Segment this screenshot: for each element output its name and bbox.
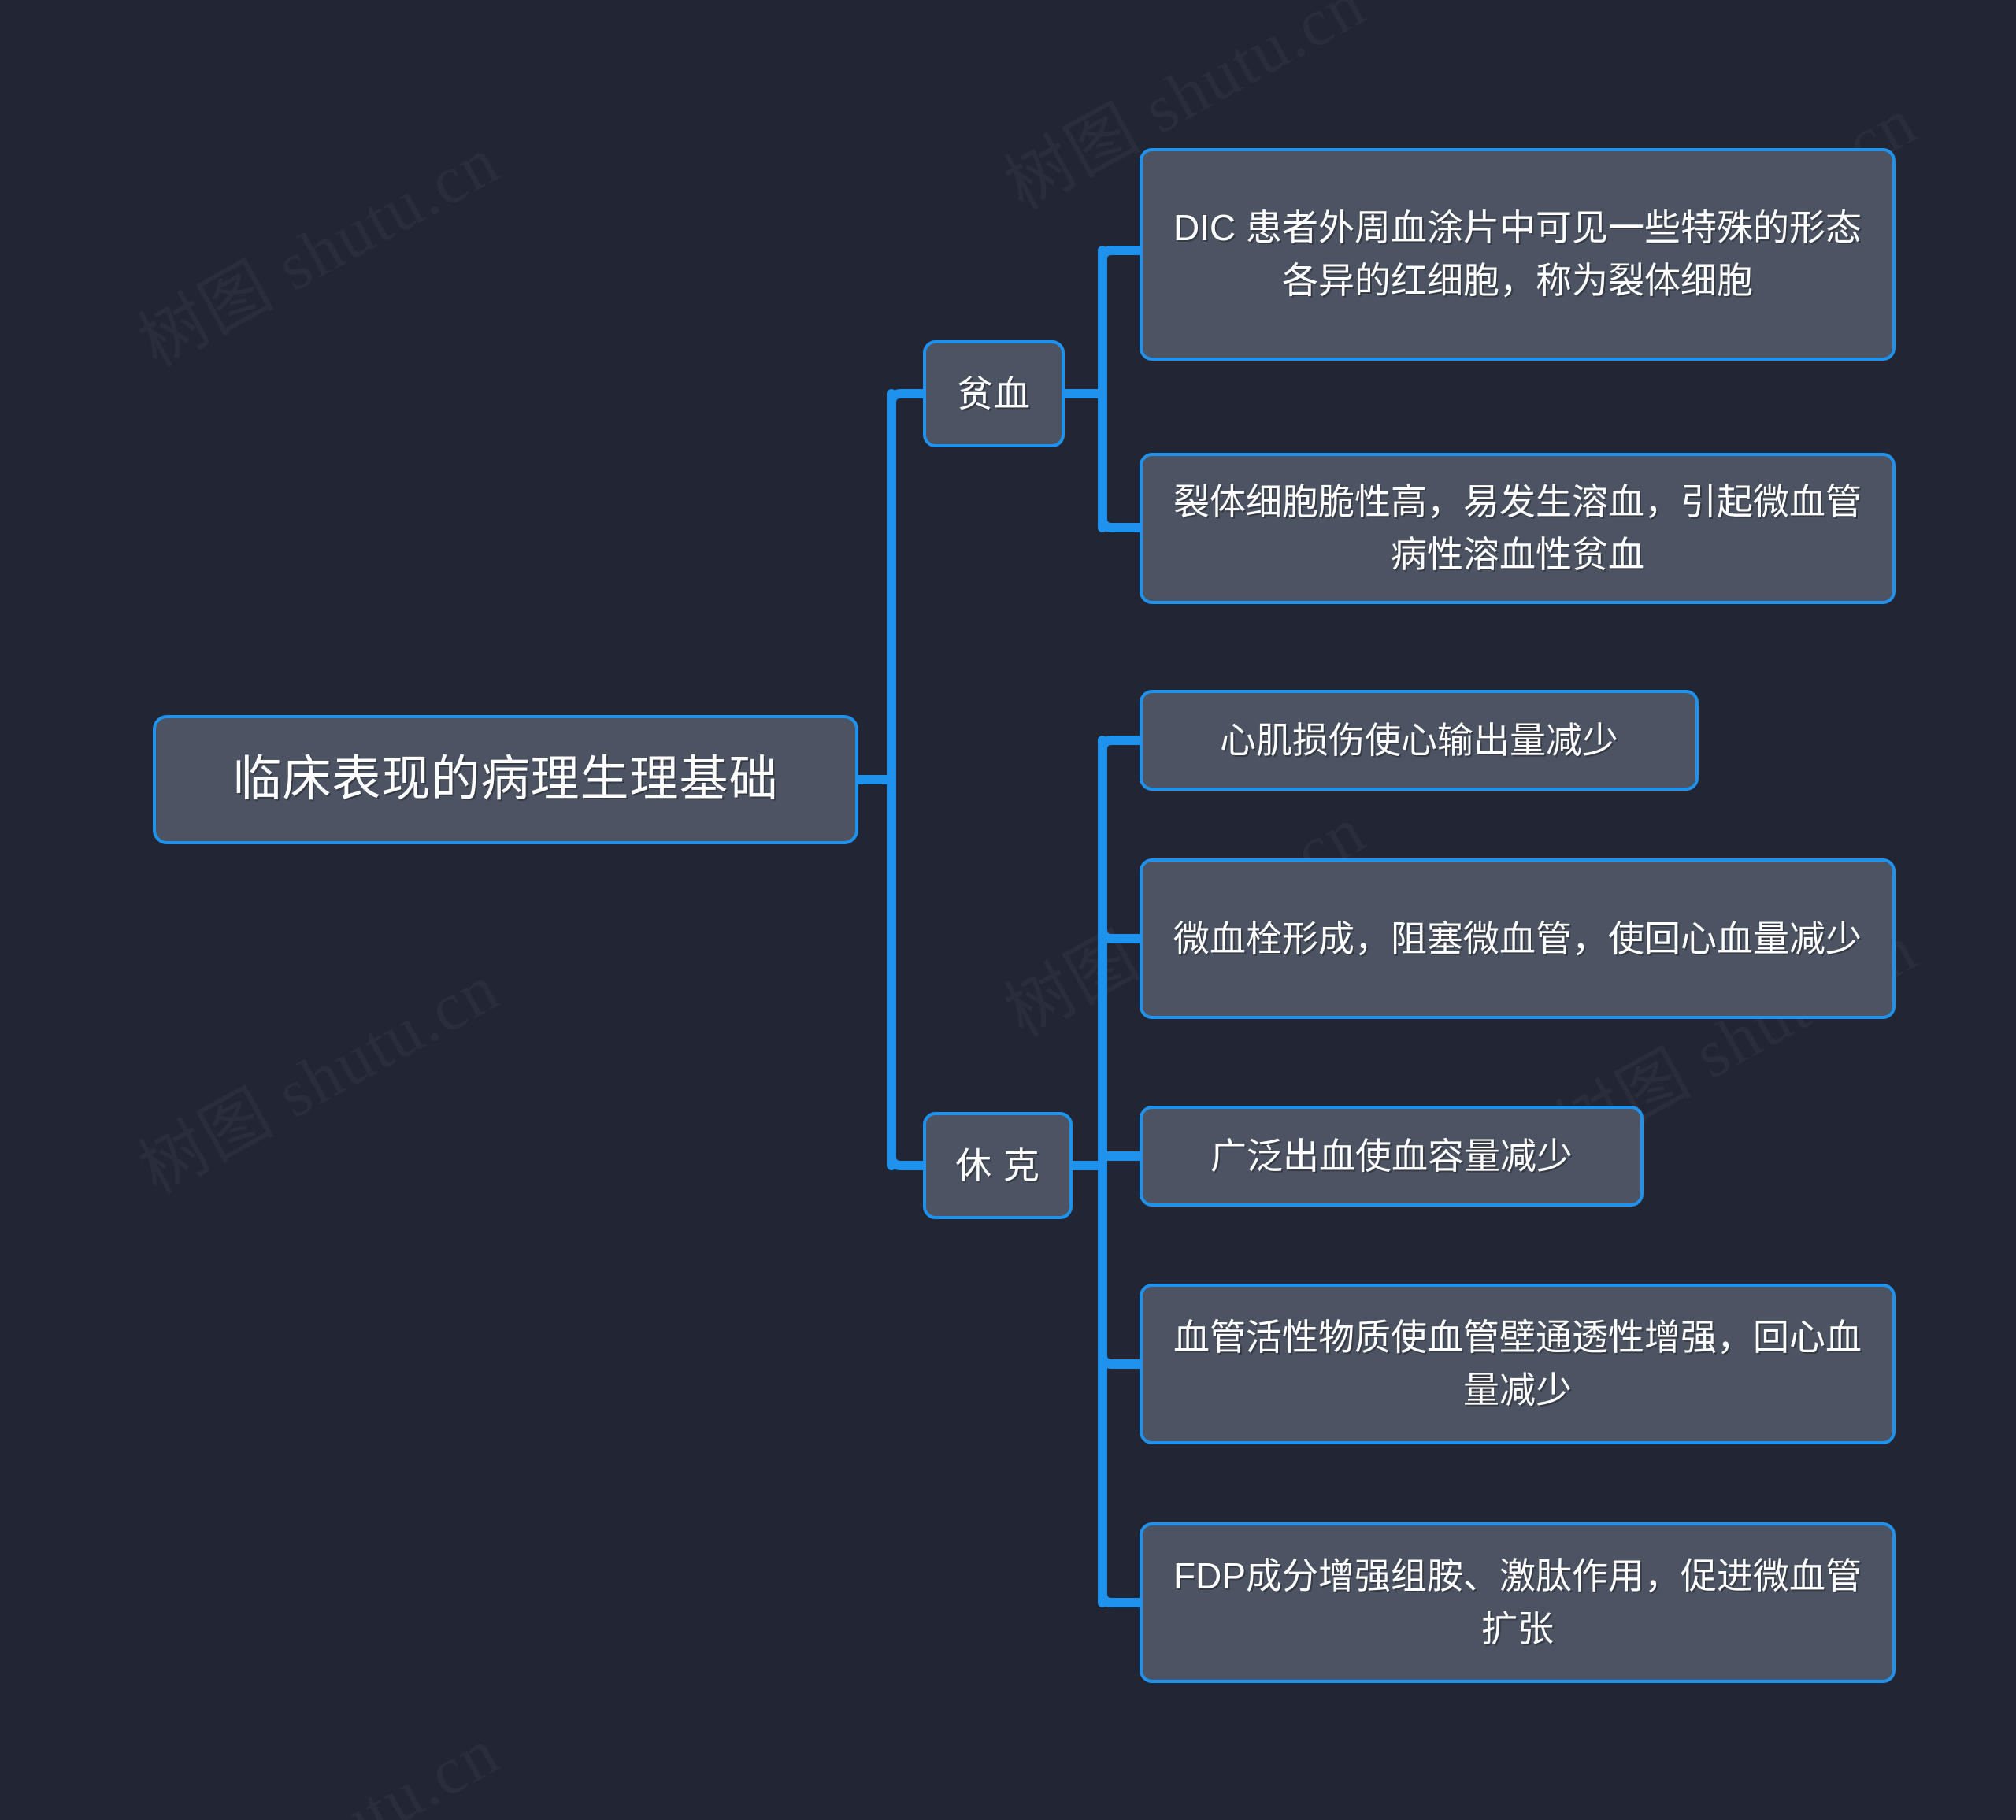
link-shock-leaf-4: [1098, 1350, 1144, 1369]
mindmap-leaf-shock-4[interactable]: 血管活性物质使血管壁通透性增强，回心血量减少: [1140, 1284, 1896, 1444]
mindmap-leaf-anemia-1-label: DIC 患者外周血涂片中可见一些特殊的形态各异的红细胞，称为裂体细胞: [1173, 207, 1862, 301]
mindmap-leaf-shock-2-label: 微血栓形成，阻塞微血管，使回心血量减少: [1173, 917, 1862, 959]
mindmap-leaf-shock-5-label: FDP成分增强组胺、激肽作用，促进微血管扩张: [1173, 1555, 1862, 1649]
watermark-text: 树图 shutu.cn: [127, 122, 511, 382]
link-anemia-leaf-1: [1098, 246, 1144, 265]
mindmap-root-label: 临床表现的病理生理基础: [232, 752, 779, 807]
link-shock-leaf-5: [1098, 1588, 1144, 1607]
watermark-text: 树图 shutu.cn: [127, 949, 511, 1209]
mindmap-leaf-shock-3[interactable]: 广泛出血使血容量减少: [1140, 1106, 1644, 1207]
watermark-text: 树图 shutu.cn: [118, 1697, 513, 1820]
mindmap-branch-anemia-label: 贫血: [957, 373, 1031, 414]
mindmap-leaf-shock-1-label: 心肌损伤使心输出量减少: [1220, 719, 1618, 761]
mindmap-leaf-shock-5[interactable]: FDP成分增强组胺、激肽作用，促进微血管扩张: [1140, 1522, 1896, 1683]
link-to-shock: [887, 1151, 928, 1170]
mindmap-leaf-anemia-2[interactable]: 裂体细胞脆性高，易发生溶血，引起微血管病性溶血性贫血: [1140, 453, 1896, 604]
mindmap-root-node[interactable]: 临床表现的病理生理基础: [153, 715, 858, 844]
mindmap-leaf-anemia-1[interactable]: DIC 患者外周血涂片中可见一些特殊的形态各异的红细胞，称为裂体细胞: [1140, 148, 1896, 361]
link-shock-leaf-2: [1098, 925, 1144, 943]
mindmap-leaf-shock-2[interactable]: 微血栓形成，阻塞微血管，使回心血量减少: [1140, 858, 1896, 1019]
mindmap-leaf-shock-4-label: 血管活性物质使血管壁通透性增强，回心血量减少: [1173, 1317, 1862, 1410]
mindmap-branch-shock-label: 休 克: [955, 1144, 1040, 1186]
link-shock-leaf-1: [1098, 736, 1144, 754]
mindmap-leaf-shock-3-label: 广泛出血使血容量减少: [1210, 1135, 1573, 1177]
mindmap-leaf-shock-1[interactable]: 心肌损伤使心输出量减少: [1140, 690, 1699, 791]
mindmap-leaf-anemia-2-label: 裂体细胞脆性高，易发生溶血，引起微血管病性溶血性贫血: [1173, 481, 1862, 575]
mindmap-branch-shock[interactable]: 休 克: [923, 1112, 1073, 1219]
link-anemia-leaf-2: [1098, 513, 1144, 532]
mindmap-canvas: 树图 shutu.cn 树图 shutu.cn 树图 shutu.cn 树图 s…: [0, 0, 2016, 1820]
mindmap-branch-anemia[interactable]: 贫血: [923, 340, 1065, 447]
link-to-anemia: [887, 389, 928, 408]
